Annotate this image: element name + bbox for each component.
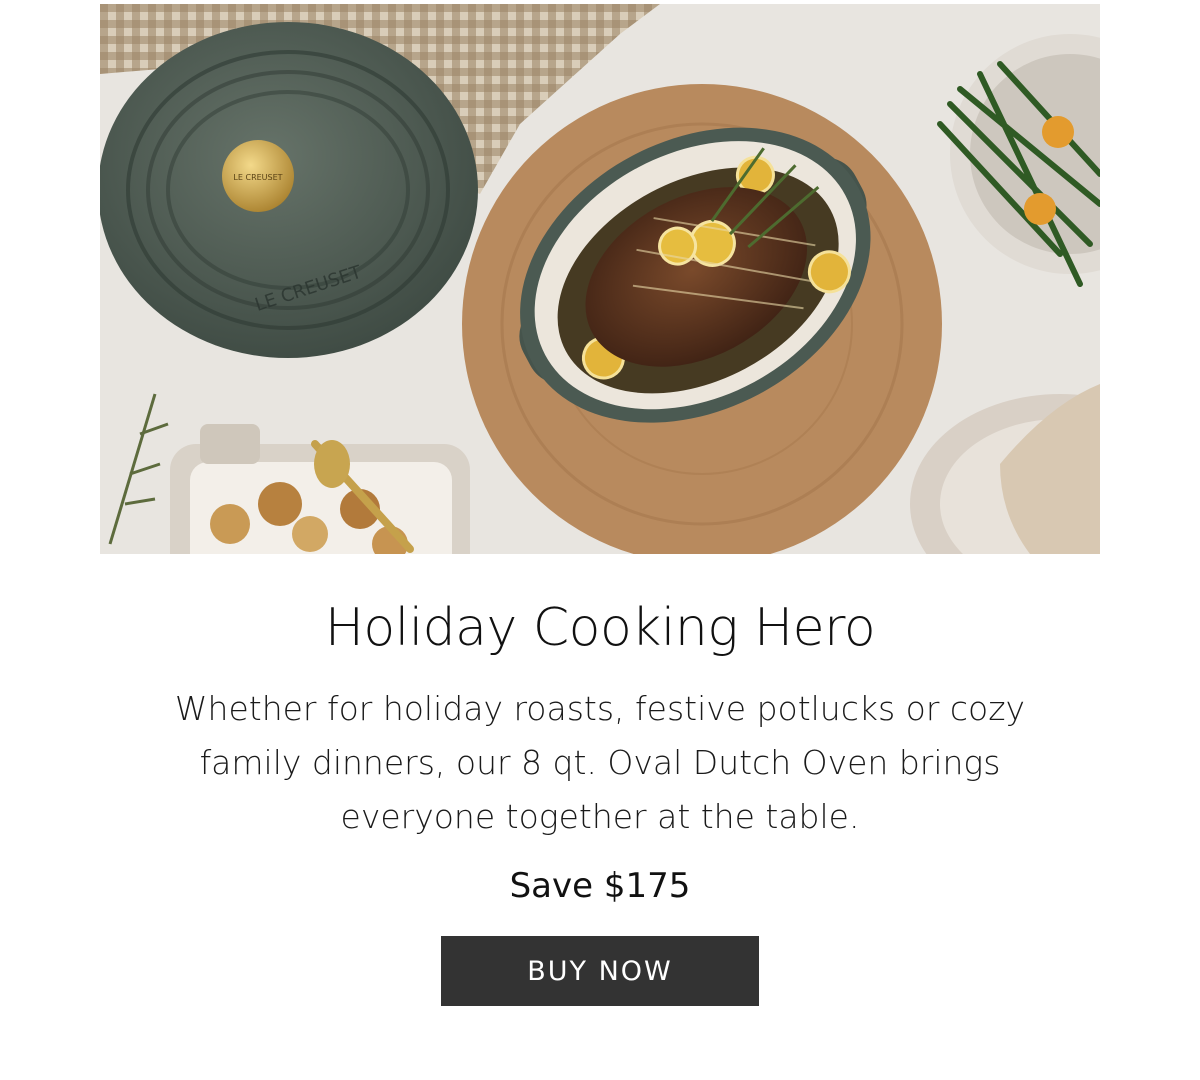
description-line-1: Whether for holiday roasts, festive potl… <box>174 689 1026 728</box>
page-title: Holiday Cooking Hero <box>324 598 876 658</box>
buy-now-button[interactable]: BUY NOW <box>441 936 759 1006</box>
hero-photo-illustration: LE CREUSET LE CREUSET <box>100 4 1100 554</box>
dutch-oven-lid: LE CREUSET LE CREUSET <box>100 22 478 358</box>
knob-brand-text: LE CREUSET <box>233 173 282 182</box>
description-line-3: everyone together at the table. <box>340 797 860 836</box>
product-description: Whether for holiday roasts, festive potl… <box>140 682 1060 844</box>
description-line-2: family dinners, our 8 qt. Oval Dutch Ove… <box>199 743 1001 782</box>
hero-image[interactable]: LE CREUSET LE CREUSET <box>100 4 1100 554</box>
savings-text: Save $175 <box>509 866 691 906</box>
